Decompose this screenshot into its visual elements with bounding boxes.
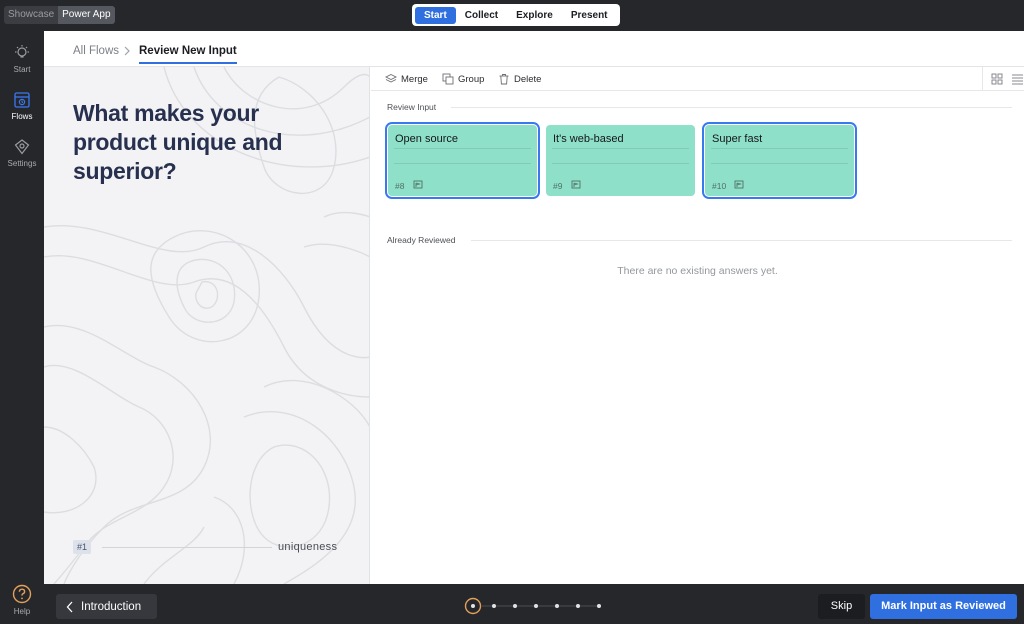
- bottom-bar: Introduction Skip Mark Input as Reviewed: [44, 584, 1024, 624]
- help-icon: [12, 584, 32, 604]
- comment-flag-icon[interactable]: [734, 180, 744, 190]
- lightbulb-icon: [15, 45, 29, 58]
- empty-state-message: There are no existing answers yet.: [617, 265, 778, 277]
- mode-power-app[interactable]: Power App: [58, 6, 115, 24]
- question-number-badge: #1: [73, 540, 92, 554]
- mode-showcase[interactable]: Showcase: [4, 6, 59, 24]
- left-rail: Start Flows Settings Help: [0, 31, 44, 624]
- group-label: Group: [458, 73, 485, 85]
- flows-icon: [14, 92, 30, 108]
- layers-icon: [385, 73, 397, 83]
- toolbar: Merge Group Delete: [371, 67, 1024, 91]
- rail-label-help: Help: [13, 607, 31, 616]
- question-panel: What makes your product unique and super…: [44, 67, 370, 584]
- progress-stepper[interactable]: [464, 597, 604, 615]
- tab-present[interactable]: Present: [562, 7, 617, 24]
- main-tabs: Start Collect Explore Present: [412, 4, 620, 26]
- grid-view-icon[interactable]: [991, 73, 1003, 85]
- group-button[interactable]: Group: [442, 72, 484, 86]
- breadcrumb: All Flows Review New Input: [44, 31, 1024, 67]
- progress-dot[interactable]: [534, 604, 538, 608]
- list-view-icon[interactable]: [1011, 73, 1023, 85]
- settings-icon: [14, 139, 30, 155]
- question-divider: [102, 547, 272, 548]
- review-input-rule: [451, 107, 1012, 108]
- input-card[interactable]: It's web-based #9: [546, 125, 695, 196]
- card-title: It's web-based: [553, 133, 624, 145]
- delete-button[interactable]: Delete: [498, 72, 541, 86]
- comment-flag-icon[interactable]: [413, 180, 423, 190]
- mode-toggle[interactable]: Showcase Power App: [4, 6, 115, 24]
- card-rule: [711, 148, 848, 149]
- card-rule: [394, 163, 531, 164]
- progress-dot[interactable]: [471, 604, 475, 608]
- app-window: Showcase Power App Start Collect Explore…: [0, 0, 1024, 624]
- rail-item-start[interactable]: Start: [0, 44, 44, 74]
- chevron-left-icon: [66, 601, 73, 612]
- rail-label-settings: Settings: [7, 159, 37, 168]
- rail-item-help[interactable]: Help: [0, 584, 44, 616]
- progress-dot[interactable]: [597, 604, 601, 608]
- question-tag: uniqueness: [278, 541, 338, 553]
- card-rule: [711, 163, 848, 164]
- card-number: #9: [553, 181, 563, 191]
- top-bar: Showcase Power App Start Collect Explore…: [0, 0, 1024, 31]
- card-rule: [552, 148, 689, 149]
- delete-label: Delete: [514, 73, 542, 85]
- rail-item-settings[interactable]: Settings: [0, 138, 44, 168]
- mark-reviewed-button[interactable]: Mark Input as Reviewed: [870, 594, 1017, 619]
- view-toggle: [982, 67, 1024, 91]
- skip-button[interactable]: Skip: [818, 594, 865, 619]
- card-title: Open source: [395, 133, 458, 145]
- already-reviewed-rule: [471, 240, 1012, 241]
- progress-dot[interactable]: [492, 604, 496, 608]
- tab-start[interactable]: Start: [415, 6, 456, 24]
- card-rule: [552, 163, 689, 164]
- introduction-back-button[interactable]: Introduction: [56, 594, 157, 619]
- rail-label-flows: Flows: [11, 112, 33, 121]
- progress-dot[interactable]: [513, 604, 517, 608]
- comment-flag-icon[interactable]: [571, 180, 581, 190]
- already-reviewed-heading: Already Reviewed: [387, 235, 456, 245]
- card-number: #8: [395, 181, 405, 191]
- card-number: #10: [712, 181, 727, 191]
- input-card[interactable]: Open source #8: [385, 122, 540, 199]
- back-label: Introduction: [81, 600, 142, 613]
- breadcrumb-all-flows[interactable]: All Flows: [73, 45, 119, 57]
- rail-item-flows[interactable]: Flows: [0, 91, 44, 121]
- question-text: What makes your product unique and super…: [73, 100, 283, 184]
- trash-icon: [499, 74, 509, 85]
- progress-dot[interactable]: [576, 604, 580, 608]
- merge-button[interactable]: Merge: [385, 72, 428, 86]
- merge-label: Merge: [401, 73, 428, 85]
- card-title: Super fast: [712, 133, 763, 145]
- progress-dot[interactable]: [555, 604, 559, 608]
- group-icon: [442, 73, 454, 85]
- review-panel: Merge Group Delete Review Input Open sou…: [371, 67, 1024, 584]
- rail-label-start: Start: [13, 65, 31, 74]
- input-card[interactable]: Super fast #10: [702, 122, 857, 199]
- review-input-heading: Review Input: [387, 102, 437, 112]
- tab-explore[interactable]: Explore: [507, 7, 562, 24]
- breadcrumb-current[interactable]: Review New Input: [139, 45, 237, 64]
- card-rule: [394, 148, 531, 149]
- chevron-right-icon: [124, 46, 130, 56]
- tab-collect[interactable]: Collect: [456, 7, 507, 24]
